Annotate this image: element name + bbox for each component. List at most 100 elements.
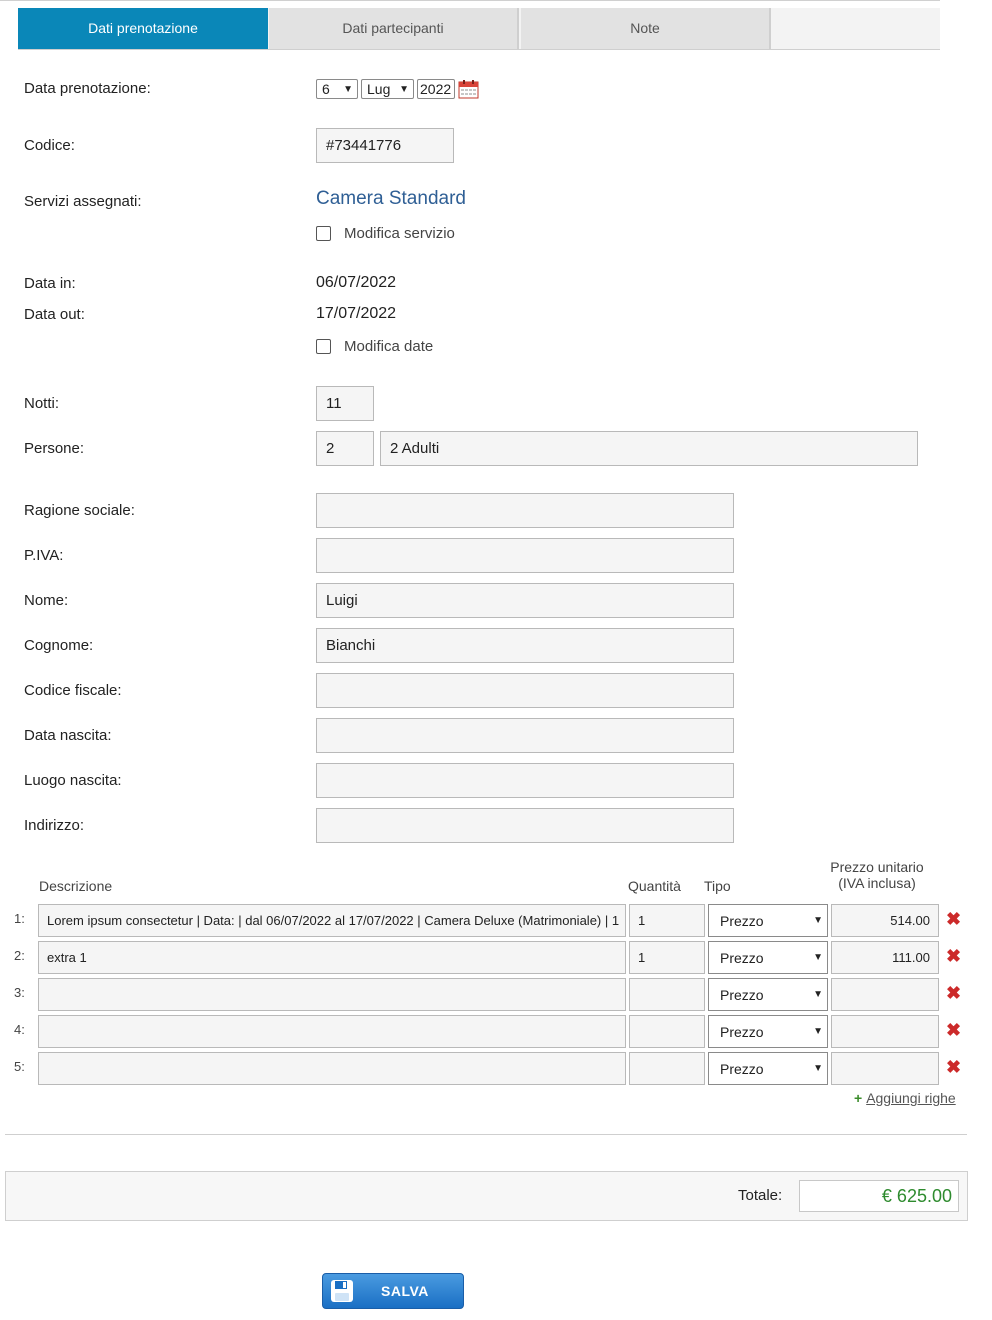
booking-day-value: 6 [322, 81, 330, 97]
column-header-price-line1: Prezzo unitario [830, 859, 924, 875]
tab-dati-partecipanti[interactable]: Dati partecipanti [269, 8, 519, 49]
row-price-field[interactable]: 111.00 [831, 941, 939, 974]
nights-field[interactable]: 11 [316, 386, 374, 421]
row-type-select[interactable]: Prezzo ▼ [708, 1052, 828, 1085]
address-label: Indirizzo: [24, 817, 85, 834]
calendar-icon[interactable] [458, 79, 479, 99]
section-divider [5, 1134, 967, 1135]
row-price-field[interactable] [831, 978, 939, 1011]
tab-dati-prenotazione[interactable]: Dati prenotazione [18, 8, 268, 49]
company-name-field[interactable] [316, 493, 734, 528]
row-type-value: Prezzo [720, 912, 764, 929]
column-header-description: Descrizione [39, 878, 113, 894]
row-type-value: Prezzo [720, 986, 764, 1003]
date-out-value: 17/07/2022 [316, 305, 397, 322]
row-type-value: Prezzo [720, 949, 764, 966]
row-number: 3: [14, 985, 25, 1000]
date-in-value: 06/07/2022 [316, 274, 397, 291]
row-number: 1: [14, 911, 25, 926]
row-quantity-field[interactable] [629, 978, 705, 1011]
column-header-type: Tipo [704, 878, 731, 894]
vat-field[interactable] [316, 538, 734, 573]
booking-month-select[interactable]: Lug ▼ [361, 79, 414, 99]
code-field[interactable]: #73441776 [316, 128, 454, 163]
row-price-field[interactable] [831, 1052, 939, 1085]
chevron-down-icon: ▼ [813, 1026, 823, 1037]
row-type-select[interactable]: Prezzo ▼ [708, 1015, 828, 1048]
row-description-field[interactable]: extra 1 [38, 941, 626, 974]
first-name-field[interactable]: Luigi [316, 583, 734, 618]
company-name-label: Ragione sociale: [24, 502, 135, 519]
row-quantity-field[interactable]: 1 [629, 904, 705, 937]
delete-row-icon[interactable]: ✖ [946, 1058, 961, 1076]
add-rows-link[interactable]: + Aggiungi righe [854, 1090, 956, 1106]
row-quantity-field[interactable] [629, 1015, 705, 1048]
service-name: Camera Standard [316, 188, 466, 209]
date-out-label: Data out: [24, 306, 85, 323]
row-number: 2: [14, 948, 25, 963]
modify-service-label[interactable]: Modifica servizio [344, 225, 455, 242]
modify-service-checkbox[interactable] [316, 226, 331, 241]
row-price-field[interactable] [831, 1015, 939, 1048]
people-count-field[interactable]: 2 [316, 431, 374, 466]
row-number: 5: [14, 1059, 25, 1074]
save-button-label: SALVA [381, 1283, 429, 1299]
column-header-quantity: Quantità [628, 878, 681, 894]
chevron-down-icon: ▼ [813, 1063, 823, 1074]
floppy-disk-icon [331, 1280, 353, 1302]
birth-place-field[interactable] [316, 763, 734, 798]
chevron-down-icon: ▼ [813, 952, 823, 963]
delete-row-icon[interactable]: ✖ [946, 984, 961, 1002]
add-rows-label: Aggiungi righe [866, 1090, 956, 1106]
delete-row-icon[interactable]: ✖ [946, 947, 961, 965]
tax-code-label: Codice fiscale: [24, 682, 122, 699]
address-field[interactable] [316, 808, 734, 843]
chevron-down-icon: ▼ [813, 915, 823, 926]
row-type-select[interactable]: Prezzo ▼ [708, 978, 828, 1011]
top-divider [0, 0, 940, 1]
code-label: Codice: [24, 137, 75, 154]
first-name-label: Nome: [24, 592, 69, 609]
services-label: Servizi assegnati: [24, 193, 142, 210]
row-description-field[interactable] [38, 1015, 626, 1048]
row-type-value: Prezzo [720, 1060, 764, 1077]
chevron-down-icon: ▼ [813, 989, 823, 1000]
total-value: € 625.00 [799, 1180, 959, 1212]
chevron-down-icon: ▼ [399, 83, 409, 95]
tab-bar: Dati prenotazione Dati partecipanti Note [18, 8, 940, 50]
modify-dates-checkbox[interactable] [316, 339, 331, 354]
row-price-field[interactable]: 514.00 [831, 904, 939, 937]
vat-label: P.IVA: [24, 547, 64, 564]
date-in-label: Data in: [24, 275, 76, 292]
birth-date-field[interactable] [316, 718, 734, 753]
booking-year-value: 2022 [420, 81, 452, 97]
booking-day-select[interactable]: 6 ▼ [316, 79, 358, 99]
birth-place-label: Luogo nascita: [24, 772, 122, 789]
nights-label: Notti: [24, 395, 60, 412]
total-label: Totale: [738, 1187, 783, 1204]
row-type-select[interactable]: Prezzo ▼ [708, 941, 828, 974]
last-name-field[interactable]: Bianchi [316, 628, 734, 663]
booking-date-label: Data prenotazione: [24, 80, 151, 97]
tax-code-field[interactable] [316, 673, 734, 708]
booking-year-field[interactable]: 2022 [417, 79, 455, 99]
delete-row-icon[interactable]: ✖ [946, 910, 961, 928]
birth-date-label: Data nascita: [24, 727, 112, 744]
save-button[interactable]: SALVA [322, 1273, 464, 1309]
row-quantity-field[interactable] [629, 1052, 705, 1085]
row-type-value: Prezzo [720, 1023, 764, 1040]
people-desc-field[interactable]: 2 Adulti [380, 431, 918, 466]
tab-note[interactable]: Note [521, 8, 771, 49]
row-type-select[interactable]: Prezzo ▼ [708, 904, 828, 937]
row-description-field[interactable]: Lorem ipsum consectetur | Data: | dal 06… [38, 904, 626, 937]
delete-row-icon[interactable]: ✖ [946, 1021, 961, 1039]
column-header-price: Prezzo unitario (IVA inclusa) [829, 859, 925, 891]
modify-dates-label[interactable]: Modifica date [344, 338, 433, 355]
column-header-price-line2: (IVA inclusa) [838, 875, 916, 891]
booking-month-value: Lug [367, 81, 391, 97]
row-quantity-field[interactable]: 1 [629, 941, 705, 974]
last-name-label: Cognome: [24, 637, 94, 654]
row-description-field[interactable] [38, 978, 626, 1011]
row-description-field[interactable] [38, 1052, 626, 1085]
row-number: 4: [14, 1022, 25, 1037]
